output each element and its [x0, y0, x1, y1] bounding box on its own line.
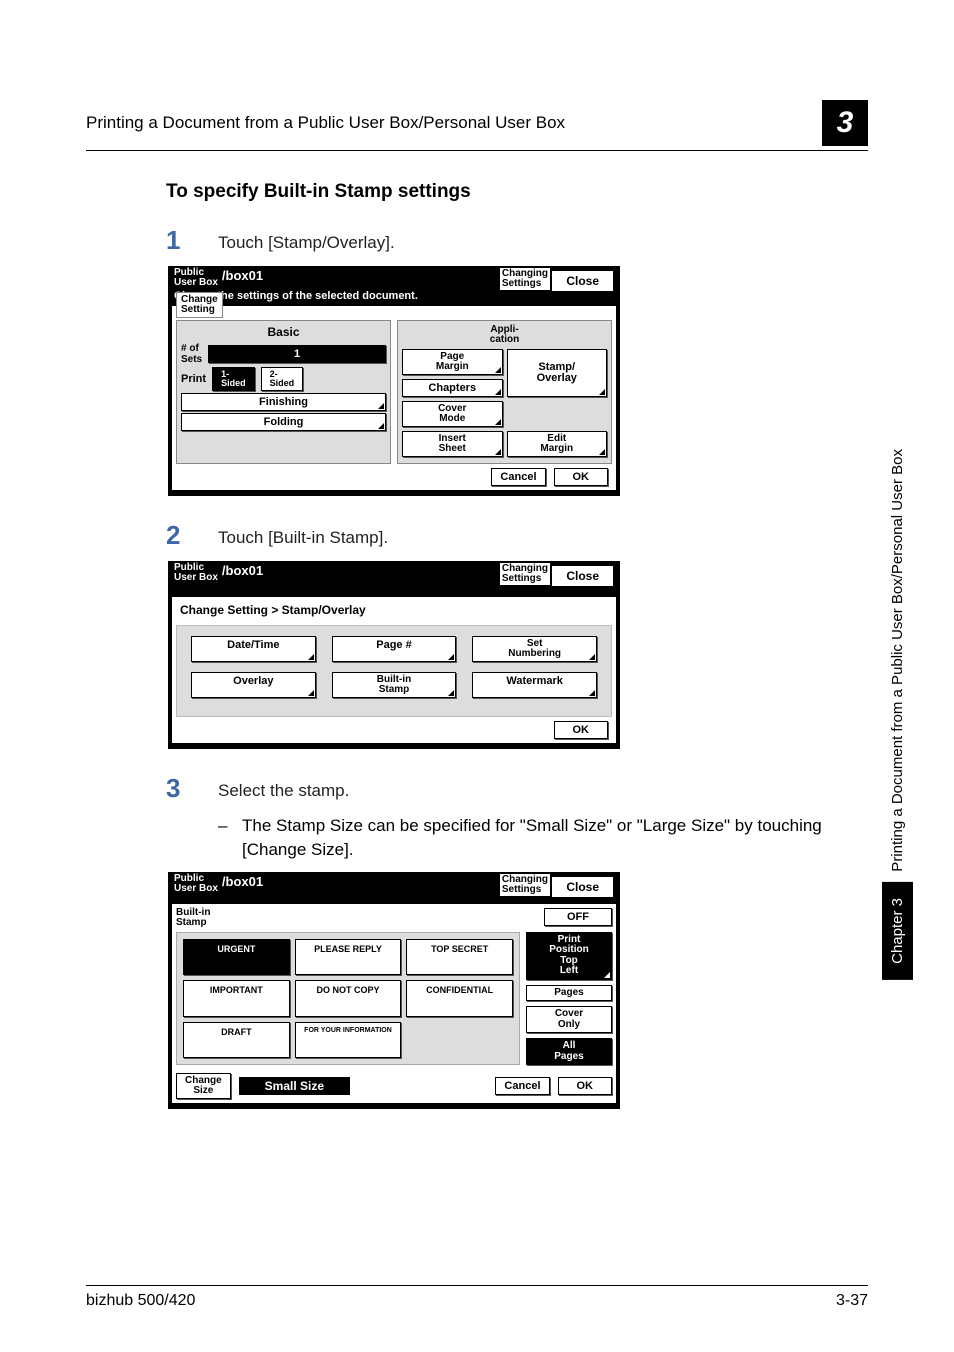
sets-value[interactable]: 1	[208, 345, 386, 363]
built-in-stamp-button[interactable]: Built-in Stamp	[332, 672, 457, 698]
step-3-number: 3	[166, 773, 218, 804]
date-time-button[interactable]: Date/Time	[191, 636, 316, 662]
stamp-important[interactable]: IMPORTANT	[183, 980, 290, 1017]
one-sided-button[interactable]: 1- Sided	[212, 367, 255, 391]
footer-page-number: 3-37	[836, 1292, 868, 1310]
cancel-button[interactable]: Cancel	[491, 468, 545, 486]
step-1-text: Touch [Stamp/Overlay].	[218, 225, 395, 256]
basic-header: Basic	[181, 325, 386, 339]
change-setting-tab[interactable]: Change Setting	[176, 292, 223, 318]
box-path: /box01	[222, 563, 263, 578]
stamp-top-secret[interactable]: TOP SECRET	[406, 939, 513, 976]
off-button[interactable]: OFF	[544, 908, 612, 926]
panel-change-settings: Public User Box /box01 Changing Settings…	[168, 266, 620, 496]
insert-sheet-button[interactable]: Insert Sheet	[402, 431, 503, 457]
page-margin-button[interactable]: Page Margin	[402, 349, 503, 375]
close-button[interactable]: Close	[551, 270, 614, 292]
pages-label: Pages	[526, 985, 612, 1002]
set-numbering-button[interactable]: Set Numbering	[472, 636, 597, 662]
stamp-overlay-button[interactable]: Stamp/ Overlay	[507, 349, 608, 397]
edit-margin-button[interactable]: Edit Margin	[507, 431, 608, 457]
step-2-number: 2	[166, 520, 218, 551]
application-column: Appli- cation Page Margin Stamp/ Overlay…	[397, 320, 612, 464]
side-section-text: Printing a Document from a Public User B…	[887, 419, 908, 882]
print-label: Print	[181, 373, 206, 385]
basic-column: Basic # of Sets 1 Print 1- Sided 2- Side…	[176, 320, 391, 464]
stamp-draft[interactable]: DRAFT	[183, 1022, 290, 1059]
two-sided-button[interactable]: 2- Sided	[261, 367, 304, 391]
change-size-button[interactable]: Change Size	[176, 1073, 231, 1099]
cover-only-button[interactable]: Cover Only	[526, 1006, 612, 1033]
box-label: Public User Box	[174, 874, 218, 894]
box-label: Public User Box	[174, 268, 218, 288]
changing-settings-tag: Changing Settings	[500, 563, 550, 585]
cover-mode-button[interactable]: Cover Mode	[402, 401, 503, 427]
panel-built-in-stamp: Public User Box /box01 Changing Settings…	[168, 872, 620, 1110]
size-value: Small Size	[239, 1077, 350, 1095]
side-chapter-text: Chapter 3	[882, 882, 913, 980]
bullet-dash: –	[218, 814, 242, 862]
finishing-button[interactable]: Finishing	[181, 393, 386, 411]
close-button[interactable]: Close	[551, 565, 614, 587]
page-number-button[interactable]: Page #	[332, 636, 457, 662]
step-3-sub: The Stamp Size can be specified for "Sma…	[242, 814, 868, 862]
ok-button[interactable]: OK	[554, 721, 609, 739]
application-header: Appli- cation	[402, 325, 607, 345]
ok-button[interactable]: OK	[554, 468, 609, 486]
changing-settings-tag: Changing Settings	[500, 268, 550, 290]
print-position-button[interactable]: Print Position Top Left	[526, 932, 612, 980]
folding-button[interactable]: Folding	[181, 413, 386, 431]
sets-label: # of Sets	[181, 343, 202, 365]
stamp-please-reply[interactable]: PLEASE REPLY	[295, 939, 402, 976]
close-button[interactable]: Close	[551, 876, 614, 898]
all-pages-button[interactable]: All Pages	[526, 1038, 612, 1065]
stamp-grid: URGENT PLEASE REPLY TOP SECRET IMPORTANT…	[176, 932, 520, 1066]
box-label: Public User Box	[174, 563, 218, 583]
box-path: /box01	[222, 268, 263, 283]
section-title: To specify Built-in Stamp settings	[166, 181, 868, 203]
running-header-title: Printing a Document from a Public User B…	[86, 113, 565, 133]
ok-button[interactable]: OK	[558, 1077, 613, 1095]
chapters-button[interactable]: Chapters	[402, 379, 503, 397]
built-in-stamp-label: Built-in Stamp	[176, 908, 210, 928]
stamp-urgent[interactable]: URGENT	[183, 939, 290, 976]
step-1-number: 1	[166, 225, 218, 256]
step-3-text: Select the stamp.	[218, 773, 349, 804]
chapter-badge: 3	[822, 100, 868, 146]
box-path: /box01	[222, 874, 263, 889]
stamp-fyi[interactable]: FOR YOUR INFORMATION	[295, 1022, 402, 1059]
stamp-confidential[interactable]: CONFIDENTIAL	[406, 980, 513, 1017]
side-tab: Printing a Document from a Public User B…	[880, 260, 914, 980]
changing-settings-tag: Changing Settings	[500, 874, 550, 896]
cancel-button[interactable]: Cancel	[495, 1077, 549, 1095]
overlay-button[interactable]: Overlay	[191, 672, 316, 698]
stamp-do-not-copy[interactable]: DO NOT COPY	[295, 980, 402, 1017]
step-2-text: Touch [Built-in Stamp].	[218, 520, 388, 551]
breadcrumb: Change Setting > Stamp/Overlay	[176, 601, 612, 625]
panel1-subtitle: Change the settings of the selected docu…	[168, 290, 620, 306]
panel-stamp-overlay: Public User Box /box01 Changing Settings…	[168, 561, 620, 749]
watermark-button[interactable]: Watermark	[472, 672, 597, 698]
footer-model: bizhub 500/420	[86, 1292, 195, 1310]
